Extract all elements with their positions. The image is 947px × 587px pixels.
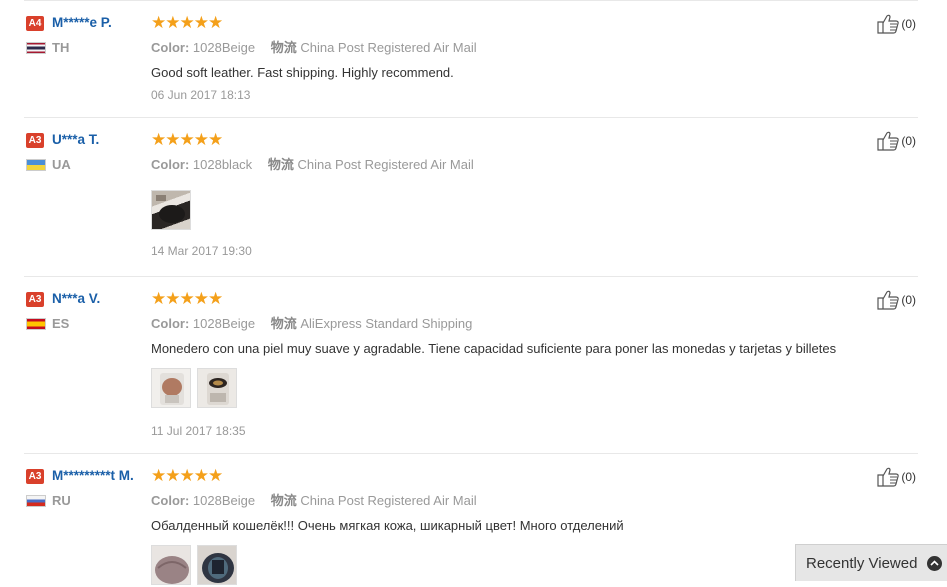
review-photo[interactable] — [197, 545, 237, 585]
review-item: A3 U***a T. UA ★★★★★ Color: 1028black 物流 … — [24, 117, 918, 277]
order-info: Color: 1028Beige 物流 China Post Registere… — [151, 490, 871, 509]
color-value: 1028Beige — [192, 493, 256, 508]
shipping-label: 物流 — [270, 493, 297, 508]
color-label: Color: — [151, 493, 190, 508]
country-code: TH — [52, 40, 70, 55]
color-value: 1028Beige — [192, 40, 256, 55]
helpful-button[interactable]: (0) — [877, 131, 916, 151]
shipping-method: China Post Registered Air Mail — [297, 157, 474, 172]
reviewer-name[interactable]: M*********t M. — [52, 468, 134, 483]
flag-th-icon — [26, 41, 46, 54]
helpful-count: (0) — [901, 17, 916, 31]
helpful-button[interactable]: (0) — [877, 467, 916, 487]
color-value: 1028black — [192, 157, 253, 172]
review-item: A4 M*****e P. TH ★★★★★ Color: 1028Beige 物… — [24, 0, 918, 118]
reviewer-info: A3 M*********t M. RU — [26, 467, 144, 508]
thumbs-up-icon — [877, 131, 900, 151]
reviewer-country: ES — [26, 316, 144, 331]
flag-ua-icon — [26, 158, 46, 171]
recently-viewed-button[interactable]: Recently Viewed — [795, 544, 947, 581]
shipping-method: AliExpress Standard Shipping — [300, 316, 473, 331]
reviewer-name[interactable]: M*****e P. — [52, 15, 112, 30]
color-value: 1028Beige — [192, 316, 256, 331]
country-code: RU — [52, 493, 71, 508]
shipping-label: 物流 — [270, 40, 297, 55]
thumbs-up-icon — [877, 467, 900, 487]
country-code: UA — [52, 157, 71, 172]
review-date: 14 Mar 2017 19:30 — [151, 244, 252, 258]
reviewer-info: A3 U***a T. UA — [26, 131, 144, 172]
reviewer-info: A3 N***a V. ES — [26, 290, 144, 331]
review-date: 11 Jul 2017 18:35 — [151, 424, 246, 438]
thumbs-up-icon — [877, 290, 900, 310]
helpful-count: (0) — [901, 293, 916, 307]
color-label: Color: — [151, 316, 190, 331]
rating-stars: ★★★★★ — [151, 130, 223, 149]
reviewer-country: TH — [26, 40, 144, 55]
review-item: A3 M*********t M. RU ★★★★★ Color: 1028Bei… — [24, 453, 918, 585]
review-photo[interactable] — [151, 190, 191, 230]
review-body: ★★★★★ Color: 1028Beige 物流 China Post Reg… — [151, 466, 871, 587]
shipping-method: China Post Registered Air Mail — [300, 40, 477, 55]
helpful-button[interactable]: (0) — [877, 290, 916, 310]
buyer-level-badge: A3 — [26, 133, 44, 148]
reviewer-info: A4 M*****e P. TH — [26, 14, 144, 55]
color-label: Color: — [151, 157, 190, 172]
order-info: Color: 1028black 物流 China Post Registere… — [151, 154, 871, 173]
review-body: ★★★★★ Color: 1028Beige 物流 AliExpress Sta… — [151, 289, 871, 438]
buyer-level-badge: A4 — [26, 16, 44, 31]
reviewer-country: UA — [26, 157, 144, 172]
reviewer-name[interactable]: U***a T. — [52, 132, 99, 147]
buyer-level-badge: A3 — [26, 469, 44, 484]
review-photos — [151, 368, 871, 410]
review-text: Good soft leather. Fast shipping. Highly… — [151, 65, 454, 80]
review-text: Monedero con una piel muy suave y agrada… — [151, 341, 837, 356]
order-info: Color: 1028Beige 物流 AliExpress Standard … — [151, 313, 871, 332]
review-photo[interactable] — [151, 368, 191, 408]
shipping-label: 物流 — [270, 316, 297, 331]
helpful-count: (0) — [901, 134, 916, 148]
review-photo[interactable] — [151, 545, 191, 585]
review-photo[interactable] — [197, 368, 237, 408]
review-body: ★★★★★ Color: 1028Beige 物流 China Post Reg… — [151, 13, 871, 102]
reviewer-name[interactable]: N***a V. — [52, 291, 100, 306]
review-body: ★★★★★ Color: 1028black 物流 China Post Reg… — [151, 130, 871, 258]
helpful-button[interactable]: (0) — [877, 14, 916, 34]
rating-stars: ★★★★★ — [151, 13, 223, 32]
order-info: Color: 1028Beige 物流 China Post Registere… — [151, 37, 871, 56]
review-photos — [151, 190, 871, 232]
reviewer-country: RU — [26, 493, 144, 508]
flag-ru-icon — [26, 494, 46, 507]
rating-stars: ★★★★★ — [151, 466, 223, 485]
shipping-method: China Post Registered Air Mail — [300, 493, 477, 508]
rating-stars: ★★★★★ — [151, 289, 223, 308]
country-code: ES — [52, 316, 70, 331]
review-text: Обалденный кошелёк!!! Очень мягкая кожа,… — [151, 518, 624, 533]
shipping-label: 物流 — [267, 157, 294, 172]
flag-es-icon — [26, 317, 46, 330]
thumbs-up-icon — [877, 14, 900, 34]
helpful-count: (0) — [901, 470, 916, 484]
color-label: Color: — [151, 40, 190, 55]
buyer-level-badge: A3 — [26, 292, 44, 307]
review-date: 06 Jun 2017 18:13 — [151, 88, 251, 102]
recently-viewed-label: Recently Viewed — [806, 554, 918, 572]
review-item: A3 N***a V. ES ★★★★★ Color: 1028Beige 物流 … — [24, 276, 918, 454]
chevron-up-icon — [927, 555, 943, 571]
